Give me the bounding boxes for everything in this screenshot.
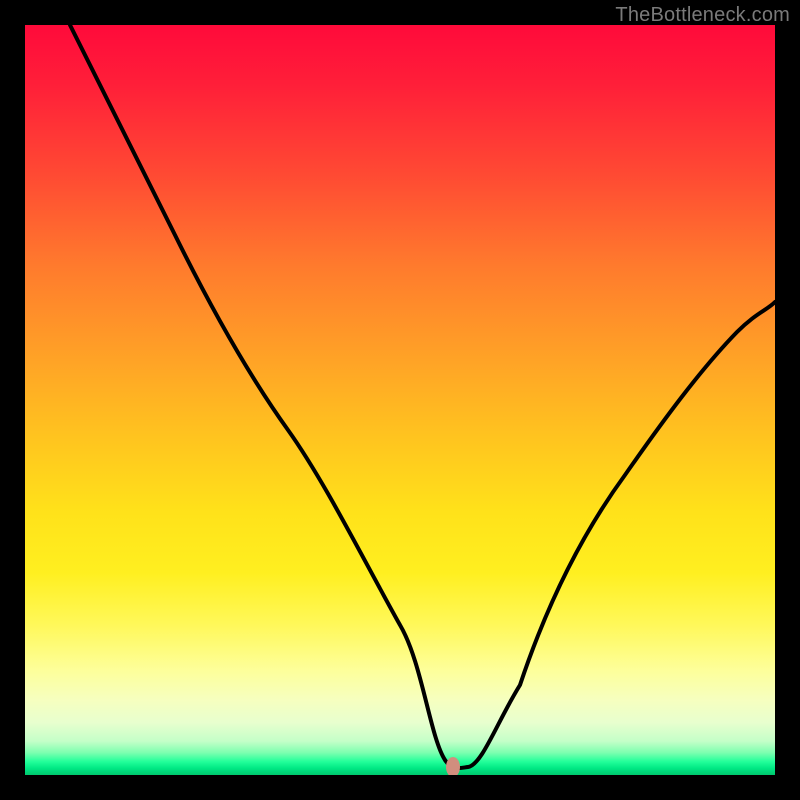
bottleneck-curve (70, 25, 775, 768)
curve-layer (25, 25, 775, 775)
optimal-point-marker (446, 757, 460, 775)
plot-area (25, 25, 775, 775)
watermark-label: TheBottleneck.com (615, 4, 790, 27)
chart-frame: TheBottleneck.com (0, 0, 800, 800)
